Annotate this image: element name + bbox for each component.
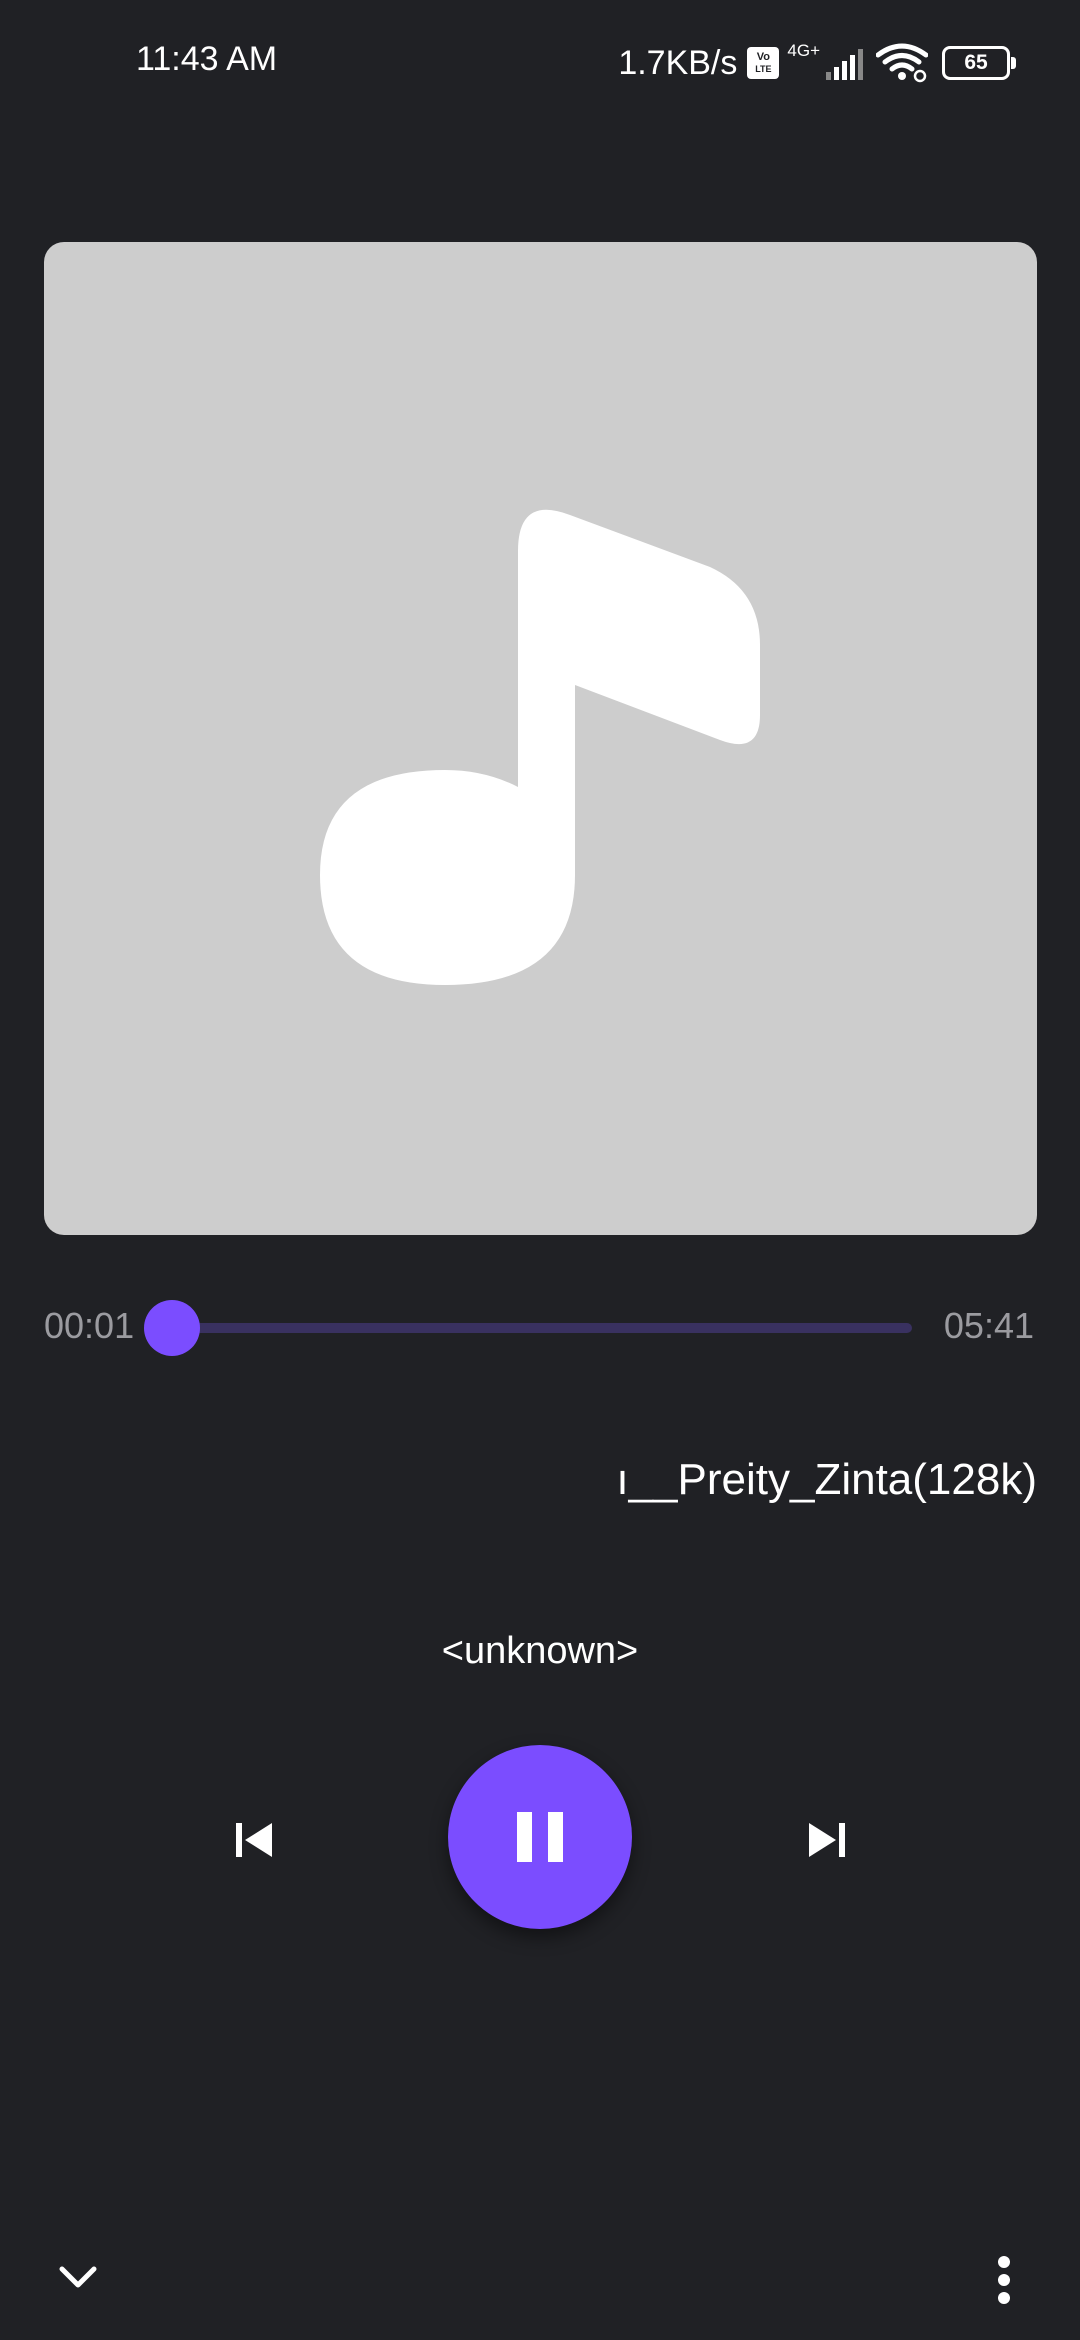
music-note-icon (320, 509, 760, 985)
skip-next-icon (809, 1823, 845, 1857)
previous-button[interactable] (219, 1805, 289, 1875)
seek-bar[interactable] (170, 1323, 912, 1333)
next-button[interactable] (792, 1805, 862, 1875)
pause-icon (517, 1812, 563, 1862)
play-pause-button[interactable] (448, 1745, 632, 1929)
chevron-down-icon (59, 2266, 97, 2288)
music-player-screen: 11:43 AM 1.7KB/s Vo LTE 4G+ 65 00:01 05:… (0, 0, 1080, 2340)
track-title: ı__Preity_Zinta(128k) (616, 1455, 1037, 1504)
network-speed: 1.7KB/s (618, 43, 738, 82)
skip-previous-icon (236, 1823, 272, 1857)
collapse-button[interactable] (50, 2250, 106, 2306)
status-time: 11:43 AM (136, 40, 278, 78)
more-vert-icon (998, 2256, 1010, 2304)
seek-thumb[interactable] (144, 1300, 201, 1356)
status-indicators: 1.7KB/s Vo LTE 4G+ 65 (618, 40, 1016, 86)
volte-bottom-label: LTE (755, 64, 772, 74)
battery-icon: 65 (942, 46, 1016, 80)
elapsed-time: 00:01 (44, 1305, 135, 1346)
network-type-label: 4G+ (787, 41, 820, 60)
volte-top-label: Vo (756, 51, 771, 63)
wifi-icon (876, 43, 928, 83)
battery-level: 65 (964, 51, 988, 74)
track-title-container: ı__Preity_Zinta(128k) (44, 1455, 1037, 1515)
status-bar: 11:43 AM 1.7KB/s Vo LTE 4G+ 65 (0, 0, 1080, 124)
total-time: 05:41 (943, 1305, 1034, 1346)
track-artist: <unknown> (441, 1630, 639, 1672)
volte-icon: Vo LTE (747, 47, 780, 79)
signal-icon (826, 49, 863, 80)
more-options-button[interactable] (980, 2250, 1028, 2310)
